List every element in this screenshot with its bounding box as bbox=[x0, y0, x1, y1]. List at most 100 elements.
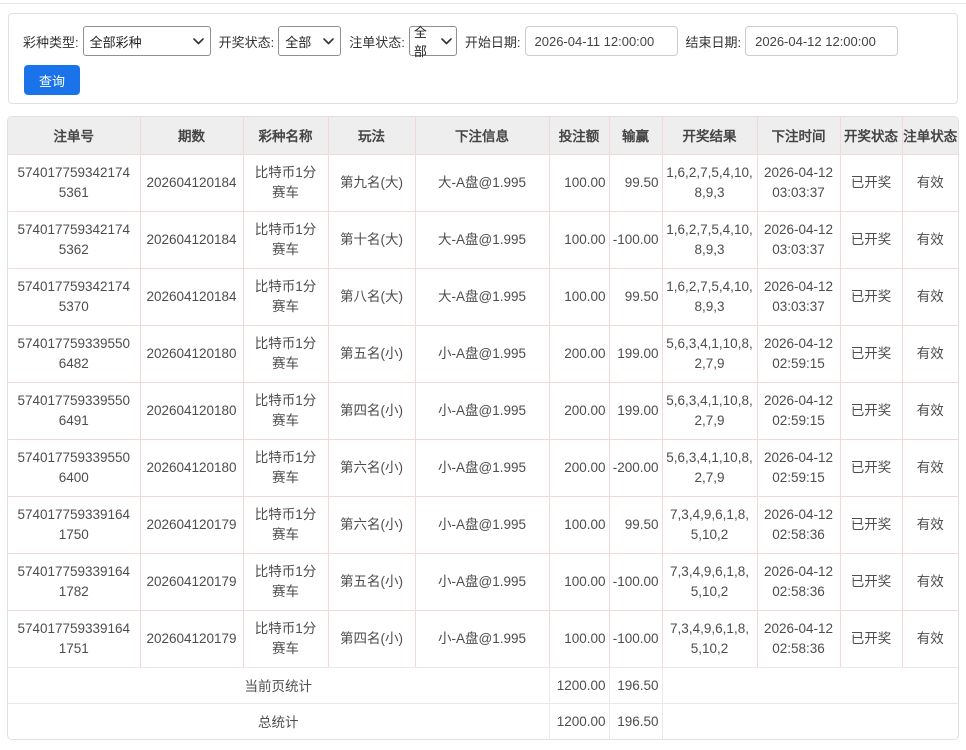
cell-period: 202604120180 bbox=[140, 439, 244, 497]
filter-panel: 彩种类型: 全部彩种 开奖状态: 全部 注单状态: 全部 开始日期: 结束日期:… bbox=[8, 13, 958, 104]
cell-win_loss: -100.00 bbox=[609, 553, 663, 611]
col-header-bet_time: 下注时间 bbox=[757, 117, 841, 155]
col-header-bet_info: 下注信息 bbox=[415, 117, 550, 155]
end-date-input[interactable] bbox=[745, 26, 899, 56]
cell-win_loss: 199.00 bbox=[609, 382, 663, 440]
cell-order_status: 有效 bbox=[902, 211, 958, 269]
cell-lottery_name: 比特币1分赛车 bbox=[243, 382, 329, 440]
cell-order_status: 有效 bbox=[902, 610, 958, 668]
cell-play: 第十名(大) bbox=[328, 211, 416, 269]
cell-bet_time: 2026-04-12 03:03:37 bbox=[757, 154, 841, 212]
cell-period: 202604120179 bbox=[140, 610, 244, 668]
page-top-divider bbox=[0, 3, 966, 4]
cell-draw_status: 已开奖 bbox=[840, 325, 903, 383]
lottery-type-value: 全部彩种 bbox=[89, 34, 142, 50]
cell-result: 1,6,2,7,5,4,10,8,9,3 bbox=[662, 211, 758, 269]
cell-draw_status: 已开奖 bbox=[840, 382, 903, 440]
chevron-down-icon bbox=[323, 37, 335, 45]
cell-play: 第五名(小) bbox=[328, 325, 416, 383]
lottery-type-label: 彩种类型: bbox=[23, 34, 79, 50]
filter-row: 彩种类型: 全部彩种 开奖状态: 全部 注单状态: 全部 开始日期: 结束日期: bbox=[23, 25, 945, 59]
chevron-down-icon bbox=[192, 37, 204, 45]
cell-draw_status: 已开奖 bbox=[840, 268, 903, 326]
cell-lottery_name: 比特币1分赛车 bbox=[243, 496, 329, 554]
cell-order_no: 5740177593395506491 bbox=[8, 382, 141, 440]
cell-win_loss: 99.50 bbox=[609, 154, 663, 212]
col-header-play: 玩法 bbox=[328, 117, 416, 155]
cell-bet_info: 小-A盘@1.995 bbox=[415, 553, 550, 611]
cell-bet_time: 2026-04-12 02:59:15 bbox=[757, 439, 841, 497]
cell-lottery_name: 比特币1分赛车 bbox=[243, 154, 329, 212]
cell-result: 7,3,4,9,6,1,8,5,10,2 bbox=[662, 610, 758, 668]
col-header-result: 开奖结果 bbox=[662, 117, 758, 155]
table-row: 5740177593395506482 202604120180 比特币1分赛车 第五… bbox=[8, 325, 958, 383]
table-row: 5740177593391641750 202604120179 比特币1分赛车 第六… bbox=[8, 496, 958, 554]
cell-draw_status: 已开奖 bbox=[840, 439, 903, 497]
cell-order_no: 5740177593395506482 bbox=[8, 325, 141, 383]
cell-order_no: 5740177593391641750 bbox=[8, 496, 141, 554]
cell-bet_amount: 100.00 bbox=[549, 211, 610, 269]
col-header-period: 期数 bbox=[140, 117, 244, 155]
cell-bet_info: 小-A盘@1.995 bbox=[415, 382, 550, 440]
cell-bet_amount: 100.00 bbox=[549, 268, 610, 326]
cell-bet_info: 大-A盘@1.995 bbox=[415, 211, 550, 269]
order-status-select[interactable]: 全部 bbox=[408, 25, 457, 59]
cell-play: 第六名(小) bbox=[328, 439, 416, 497]
chevron-down-icon bbox=[441, 37, 452, 45]
table-row: 5740177593395506400 202604120180 比特币1分赛车 第六… bbox=[8, 439, 958, 497]
cell-bet_info: 小-A盘@1.995 bbox=[415, 325, 550, 383]
cell-lottery_name: 比特币1分赛车 bbox=[243, 268, 329, 326]
cell-period: 202604120184 bbox=[140, 268, 244, 326]
cell-order_status: 有效 bbox=[902, 553, 958, 611]
cell-draw_status: 已开奖 bbox=[840, 496, 903, 554]
col-header-order_no: 注单号 bbox=[8, 117, 141, 155]
cell-bet_info: 小-A盘@1.995 bbox=[415, 439, 550, 497]
start-date-input[interactable] bbox=[524, 26, 678, 56]
page-summary-empty bbox=[662, 667, 958, 704]
cell-result: 7,3,4,9,6,1,8,5,10,2 bbox=[662, 496, 758, 554]
cell-period: 202604120184 bbox=[140, 211, 244, 269]
draw-status-select[interactable]: 全部 bbox=[278, 26, 342, 56]
cell-order_status: 有效 bbox=[902, 154, 958, 212]
col-header-win_loss: 输赢 bbox=[609, 117, 663, 155]
page-summary-label: 当前页统计 bbox=[8, 667, 550, 704]
cell-lottery_name: 比特币1分赛车 bbox=[243, 325, 329, 383]
cell-order_no: 5740177593395506400 bbox=[8, 439, 141, 497]
cell-draw_status: 已开奖 bbox=[840, 154, 903, 212]
cell-bet_amount: 100.00 bbox=[549, 553, 610, 611]
cell-win_loss: -200.00 bbox=[609, 439, 663, 497]
cell-bet_amount: 200.00 bbox=[549, 382, 610, 440]
cell-bet_time: 2026-04-12 02:58:36 bbox=[757, 496, 841, 554]
cell-order_no: 5740177593391641782 bbox=[8, 553, 141, 611]
table-row: 5740177593421745361 202604120184 比特币1分赛车 第九… bbox=[8, 154, 958, 212]
header-row: 注单号 期数 彩种名称 玩法 下注信息 投注额 输赢 开奖结果 下注时间 开奖状态 注单状态 bbox=[8, 117, 958, 155]
cell-result: 5,6,3,4,1,10,8,2,7,9 bbox=[662, 439, 758, 497]
cell-period: 202604120179 bbox=[140, 553, 244, 611]
cell-bet_info: 小-A盘@1.995 bbox=[415, 496, 550, 554]
query-button[interactable]: 查询 bbox=[24, 65, 81, 95]
cell-result: 1,6,2,7,5,4,10,8,9,3 bbox=[662, 268, 758, 326]
cell-bet_time: 2026-04-12 03:03:37 bbox=[757, 211, 841, 269]
cell-win_loss: 99.50 bbox=[609, 496, 663, 554]
cell-order_status: 有效 bbox=[902, 325, 958, 383]
table-body: 5740177593421745361 202604120184 比特币1分赛车 第九… bbox=[8, 154, 958, 668]
records-table: 注单号 期数 彩种名称 玩法 下注信息 投注额 输赢 开奖结果 下注时间 开奖状态 注单状态 574… bbox=[8, 117, 958, 739]
cell-play: 第六名(小) bbox=[328, 496, 416, 554]
order-status-value: 全部 bbox=[413, 25, 427, 59]
cell-draw_status: 已开奖 bbox=[840, 553, 903, 611]
table-row: 5740177593421745362 202604120184 比特币1分赛车 第十… bbox=[8, 211, 958, 269]
total-summary-bet-total: 1200.00 bbox=[549, 703, 610, 739]
col-header-order_status: 注单状态 bbox=[902, 117, 958, 155]
cell-bet_time: 2026-04-12 03:03:37 bbox=[757, 268, 841, 326]
end-date-label: 结束日期: bbox=[685, 34, 742, 50]
total-summary-win-total: 196.50 bbox=[609, 703, 663, 739]
cell-bet_info: 大-A盘@1.995 bbox=[415, 268, 550, 326]
cell-play: 第四名(小) bbox=[328, 610, 416, 668]
cell-bet_amount: 100.00 bbox=[549, 154, 610, 212]
cell-lottery_name: 比特币1分赛车 bbox=[243, 211, 329, 269]
draw-status-value: 全部 bbox=[285, 34, 312, 50]
cell-order_no: 5740177593391641751 bbox=[8, 610, 141, 668]
cell-period: 202604120180 bbox=[140, 325, 244, 383]
table-row: 5740177593391641782 202604120179 比特币1分赛车 第五… bbox=[8, 553, 958, 611]
lottery-type-select[interactable]: 全部彩种 bbox=[82, 26, 211, 56]
